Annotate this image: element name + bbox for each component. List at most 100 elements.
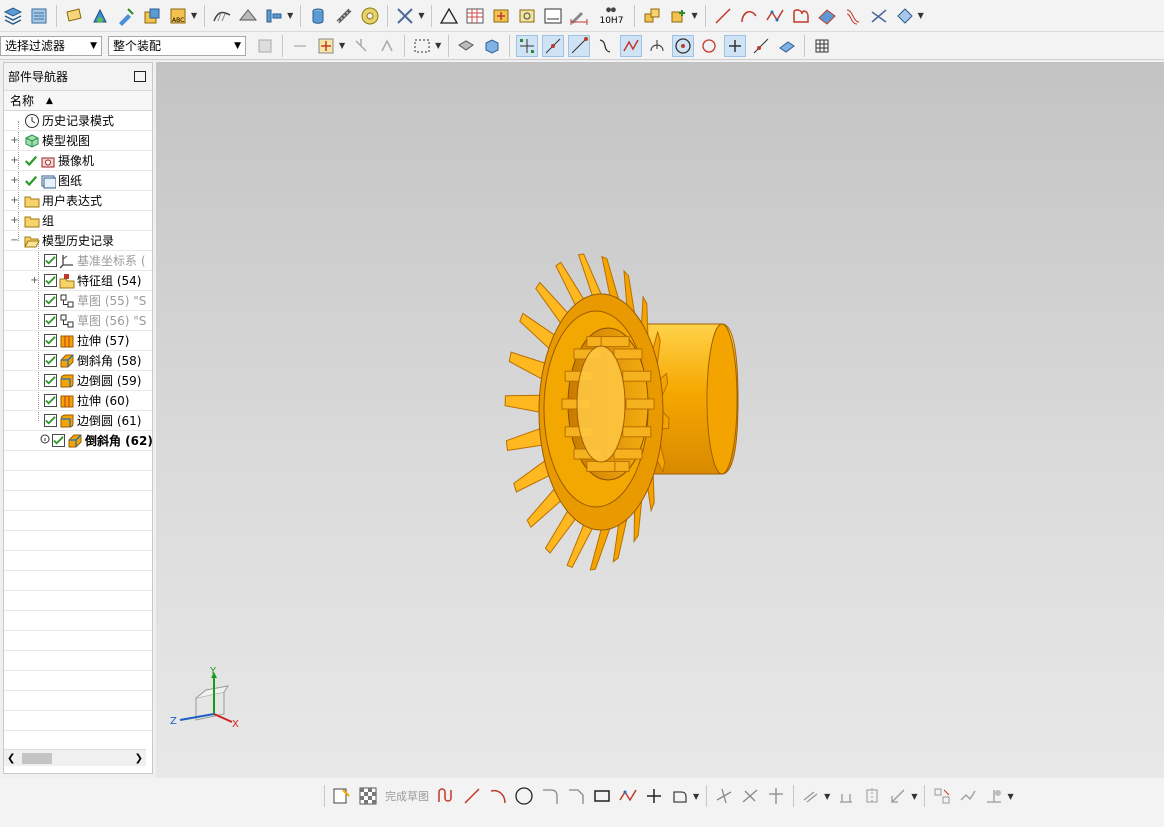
maximize-icon[interactable]: [134, 71, 146, 82]
expand-icon[interactable]: +: [30, 275, 39, 286]
tree-item-model-history[interactable]: − 模型历史记录: [4, 231, 152, 251]
sheet-icon[interactable]: [542, 5, 564, 27]
pattern-curve-icon[interactable]: [861, 785, 883, 807]
deselect-icon[interactable]: [350, 35, 372, 57]
circle-icon[interactable]: [513, 785, 535, 807]
rectangle-select-icon[interactable]: [411, 35, 433, 57]
visible-check-icon[interactable]: [24, 153, 38, 169]
spring-icon[interactable]: [333, 5, 355, 27]
visible-check-icon[interactable]: [24, 173, 38, 189]
sketch-fillet-icon[interactable]: [539, 785, 561, 807]
tree-item-datum-csys[interactable]: 基准坐标系 (: [4, 251, 152, 271]
selection-filter-dropdown[interactable]: 选择过滤器 ▼: [0, 35, 102, 56]
tools-icon[interactable]: [394, 5, 416, 27]
point-on-surface-snap-icon[interactable]: [776, 35, 798, 57]
polygon-icon[interactable]: [617, 785, 639, 807]
point-on-curve-snap-icon[interactable]: [750, 35, 772, 57]
surface-icon[interactable]: [816, 5, 838, 27]
intersection-snap-icon[interactable]: [620, 34, 643, 57]
quick-extend-icon[interactable]: [739, 785, 761, 807]
line-icon[interactable]: [712, 5, 734, 27]
select-all-icon[interactable]: [376, 35, 398, 57]
solid-body-icon[interactable]: [481, 35, 503, 57]
trim-icon[interactable]: [868, 5, 890, 27]
add-component-icon[interactable]: [667, 5, 689, 27]
feature-checkbox[interactable]: [44, 414, 57, 427]
control-point-snap-icon[interactable]: [568, 34, 591, 57]
quadrant-snap-icon[interactable]: [698, 35, 720, 57]
make-corner-icon[interactable]: [765, 785, 787, 807]
curve-snap-icon[interactable]: [594, 35, 616, 57]
grid-icon[interactable]: [811, 35, 833, 57]
arc-icon[interactable]: [738, 5, 760, 27]
deviation-icon[interactable]: [263, 5, 285, 27]
quick-trim-icon[interactable]: [713, 785, 735, 807]
assembly-scope-dropdown[interactable]: 整个装配 ▼: [108, 35, 246, 56]
tree-item-chamfer-58[interactable]: 倒斜角 (58): [4, 351, 152, 371]
sketch-chamfer-icon[interactable]: [565, 785, 587, 807]
table-icon[interactable]: [464, 5, 486, 27]
tree-item-history-mode[interactable]: 历史记录模式: [4, 111, 152, 131]
assembly-icon[interactable]: [641, 5, 663, 27]
tree-item-extrude-57[interactable]: 拉伸 (57): [4, 331, 152, 351]
feature-checkbox[interactable]: [44, 394, 57, 407]
rectangle-icon[interactable]: [591, 785, 613, 807]
tree-item-extrude-60[interactable]: 拉伸 (60): [4, 391, 152, 411]
bevel-gear-model[interactable]: Y Z X: [156, 62, 1164, 778]
finish-sketch-icon[interactable]: [357, 785, 379, 807]
tree-item-sketch-56[interactable]: 草图 (56) "S: [4, 311, 152, 331]
layers-icon[interactable]: [2, 5, 24, 27]
feature-checkbox[interactable]: [44, 374, 57, 387]
feature-checkbox[interactable]: [44, 274, 57, 287]
base-view-icon[interactable]: [516, 5, 538, 27]
feature-checkbox[interactable]: [44, 254, 57, 267]
feature-checkbox[interactable]: [52, 434, 65, 447]
feature-checkbox[interactable]: [44, 314, 57, 327]
expand-icon[interactable]: +: [10, 215, 19, 226]
tolerance-button[interactable]: 10H7: [594, 5, 628, 27]
tree-item-user-expressions[interactable]: + 用户表达式: [4, 191, 152, 211]
offset-curve-sketch-icon[interactable]: [800, 785, 822, 807]
scroll-right-icon[interactable]: ❯: [135, 753, 143, 764]
move-object-icon[interactable]: [89, 5, 111, 27]
note-icon[interactable]: [63, 5, 85, 27]
point-snap-icon[interactable]: [315, 35, 337, 57]
object-display-icon[interactable]: [141, 5, 163, 27]
tree-item-groups[interactable]: + 组: [4, 211, 152, 231]
rapid-dimension-icon[interactable]: [887, 785, 909, 807]
end-point-snap-icon[interactable]: [516, 34, 539, 57]
expand-icon[interactable]: +: [10, 155, 19, 166]
name-column-header[interactable]: 名称 ▲: [4, 91, 152, 111]
tree-item-edge-blend-59[interactable]: 边倒圆 (59): [4, 371, 152, 391]
center-snap-icon[interactable]: [672, 34, 695, 57]
select-components-icon[interactable]: [254, 35, 276, 57]
expand-icon[interactable]: +: [10, 135, 19, 146]
tree-item-edge-blend-61[interactable]: 边倒圆 (61): [4, 411, 152, 431]
surface-analysis-icon[interactable]: [237, 5, 259, 27]
expand-icon[interactable]: +: [10, 195, 19, 206]
graphics-viewport[interactable]: Y Z X: [156, 62, 1164, 778]
sketch-offset-icon[interactable]: [669, 785, 691, 807]
edit-object-icon[interactable]: [115, 5, 137, 27]
bearing-icon[interactable]: [359, 5, 381, 27]
tree-item-model-views[interactable]: + 模型视图: [4, 131, 152, 151]
collapse-icon[interactable]: −: [10, 235, 19, 246]
studio-spline-icon[interactable]: [764, 5, 786, 27]
attribute-icon[interactable]: ABC: [167, 5, 189, 27]
mid-point-snap-icon[interactable]: [542, 34, 565, 57]
layer-settings-icon[interactable]: [28, 5, 50, 27]
sketch-point-icon[interactable]: [643, 785, 665, 807]
tree-item-cameras[interactable]: + 摄像机: [4, 151, 152, 171]
feature-checkbox[interactable]: [44, 334, 57, 347]
feature-checkbox[interactable]: [44, 354, 57, 367]
expand-icon[interactable]: +: [10, 175, 19, 186]
tree-item-sketch-55[interactable]: 草图 (55) "S: [4, 291, 152, 311]
dimension-icon[interactable]: [568, 5, 590, 27]
auto-constrain-icon[interactable]: [957, 785, 979, 807]
geometric-constraint-icon[interactable]: [931, 785, 953, 807]
sketch-line-icon[interactable]: [461, 785, 483, 807]
extend-icon[interactable]: [894, 5, 916, 27]
finish-sketch-button[interactable]: 完成草图: [385, 788, 429, 804]
offset-curve-icon[interactable]: [842, 5, 864, 27]
scroll-left-icon[interactable]: ❮: [7, 753, 15, 764]
